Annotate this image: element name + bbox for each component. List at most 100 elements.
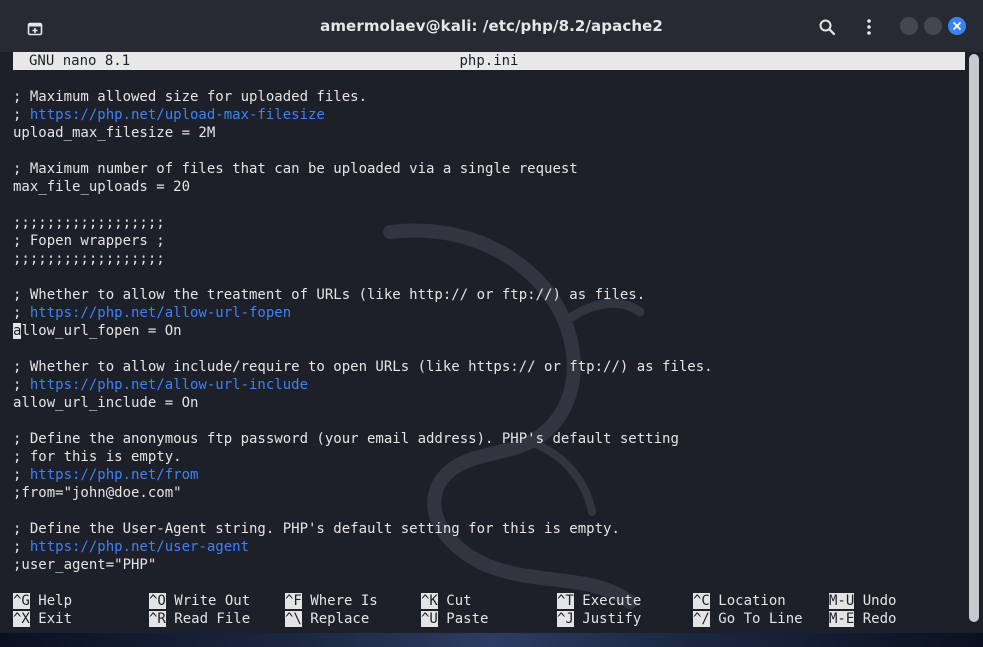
- line-text: ; Maximum allowed size for uploaded file…: [13, 89, 368, 105]
- shortcut-label: Redo: [854, 611, 897, 627]
- shortcut-label: Execute: [573, 593, 642, 609]
- shortcut-label: Paste: [437, 611, 489, 627]
- shortcut-item[interactable]: ^F Where Is: [285, 592, 378, 610]
- editor-line: ; https://php.net/allow-url-fopen: [13, 304, 963, 322]
- shortcut-item[interactable]: ^U Paste: [421, 610, 488, 628]
- doc-link[interactable]: https://php.net/allow-url-fopen: [30, 305, 291, 321]
- shortcut-item[interactable]: ^G Help: [13, 592, 72, 610]
- shortcut-key: ^R: [149, 611, 166, 627]
- editor-line: ; Define the User-Agent string. PHP's de…: [13, 520, 963, 538]
- shortcut-item[interactable]: ^R Read File: [149, 610, 250, 628]
- shortcut-item[interactable]: ^O Write Out: [149, 592, 250, 610]
- shortcut-key: ^F: [285, 593, 302, 609]
- line-text: ;: [13, 305, 30, 321]
- shortcut-label: Justify: [573, 611, 642, 627]
- editor-text[interactable]: ; Maximum allowed size for uploaded file…: [13, 88, 963, 574]
- editor-line: ; Whether to allow include/require to op…: [13, 358, 963, 376]
- minimize-icon[interactable]: [900, 17, 918, 35]
- close-icon[interactable]: [948, 17, 966, 35]
- shortcut-key: ^J: [557, 611, 574, 627]
- shortcut-item[interactable]: ^J Justify: [557, 610, 641, 628]
- line-text: ; Maximum number of files that can be up…: [13, 161, 578, 177]
- search-icon[interactable]: [815, 15, 839, 39]
- line-text: ; Define the anonymous ftp password (you…: [13, 431, 679, 447]
- shortcut-item[interactable]: ^K Cut: [421, 592, 472, 610]
- kebab-menu-icon[interactable]: [857, 15, 881, 39]
- editor-line: ;;;;;;;;;;;;;;;;;;: [13, 214, 963, 232]
- editor-line: ; Maximum number of files that can be up…: [13, 160, 963, 178]
- shortcut-label: Exit: [29, 611, 73, 627]
- doc-link[interactable]: https://php.net/allow-url-include: [30, 377, 308, 393]
- doc-link[interactable]: https://php.net/from: [30, 467, 199, 483]
- shortcut-key: ^X: [13, 611, 30, 627]
- editor-line: ;;;;;;;;;;;;;;;;;;: [13, 250, 963, 268]
- line-text: ; Whether to allow include/require to op…: [13, 359, 713, 375]
- doc-link[interactable]: https://php.net/user-agent: [30, 539, 249, 555]
- editor-line: ; for this is empty.: [13, 448, 963, 466]
- shortcut-label: Replace: [301, 611, 370, 627]
- shortcut-key: ^O: [149, 593, 166, 609]
- shortcut-key: ^\: [285, 611, 302, 627]
- editor-line: upload_max_filesize = 2M: [13, 124, 963, 142]
- shortcut-key: ^/: [693, 611, 710, 627]
- shortcut-item[interactable]: ^\ Replace: [285, 610, 369, 628]
- scrollbar-thumb[interactable]: [969, 54, 979, 622]
- shortcut-label: Read File: [165, 611, 251, 627]
- line-text: llow_url_fopen = On: [21, 323, 182, 339]
- line-text: allow_url_include = On: [13, 395, 199, 411]
- doc-link[interactable]: https://php.net/upload-max-filesize: [30, 107, 325, 123]
- editor-line: ;from="john@doe.com": [13, 484, 963, 502]
- editor-line: allow_url_include = On: [13, 394, 963, 412]
- shortcut-item[interactable]: ^X Exit: [13, 610, 72, 628]
- line-text: ;user_agent="PHP": [13, 557, 157, 573]
- editor-line: allow_url_fopen = On: [13, 322, 963, 340]
- line-text: max_file_uploads = 20: [13, 179, 191, 195]
- line-text: ;: [13, 539, 30, 555]
- shortcut-item[interactable]: ^T Execute: [557, 592, 641, 610]
- shortcut-label: Undo: [854, 593, 897, 609]
- file-name: php.ini: [459, 53, 519, 69]
- shortcut-key: ^T: [557, 593, 574, 609]
- editor-line: ; https://php.net/allow-url-include: [13, 376, 963, 394]
- shortcut-label: Help: [29, 593, 73, 609]
- shortcut-key: ^U: [421, 611, 438, 627]
- line-text: ; Define the User-Agent string. PHP's de…: [13, 521, 620, 537]
- line-text: ; Fopen wrappers ;: [13, 233, 165, 249]
- shortcut-key: M-E: [829, 611, 855, 627]
- shortcut-key: ^G: [13, 593, 30, 609]
- line-text: ;: [13, 467, 30, 483]
- shortcut-key: M-U: [829, 593, 855, 609]
- shortcut-item[interactable]: ^C Location: [693, 592, 786, 610]
- editor-line: ;user_agent="PHP": [13, 556, 963, 574]
- nano-header-bar: GNU nano 8.1 php.ini: [13, 52, 965, 70]
- shortcut-item[interactable]: M-U Undo: [829, 592, 896, 610]
- editor-line: ; Define the anonymous ftp password (you…: [13, 430, 963, 448]
- maximize-icon[interactable]: [924, 17, 942, 35]
- shortcut-bar: ^G Help ^X Exit ^O Write Out ^R Read File ^F…: [13, 592, 963, 628]
- shortcut-label: Where Is: [301, 593, 378, 609]
- line-text: ;;;;;;;;;;;;;;;;;;: [13, 251, 165, 267]
- shortcut-item[interactable]: ^/ Go To Line: [693, 610, 803, 628]
- shortcut-label: Write Out: [165, 593, 251, 609]
- shortcut-label: Location: [709, 593, 786, 609]
- editor-line: ; Maximum allowed size for uploaded file…: [13, 88, 963, 106]
- shortcut-label: Go To Line: [709, 611, 803, 627]
- shortcut-key: ^C: [693, 593, 710, 609]
- line-text: ;;;;;;;;;;;;;;;;;;: [13, 215, 165, 231]
- editor-line: ; Whether to allow the treatment of URLs…: [13, 286, 963, 304]
- editor-line: ; https://php.net/user-agent: [13, 538, 963, 556]
- editor-line: ; https://php.net/upload-max-filesize: [13, 106, 963, 124]
- editor-line: ; Fopen wrappers ;: [13, 232, 963, 250]
- line-text: ; for this is empty.: [13, 449, 182, 465]
- shortcut-item[interactable]: M-E Redo: [829, 610, 896, 628]
- title-bar: amermolaev@kali: /etc/php/8.2/apache2: [0, 0, 983, 52]
- editor-line: ; https://php.net/from: [13, 466, 963, 484]
- line-text: upload_max_filesize = 2M: [13, 125, 216, 141]
- line-text: ;from="john@doe.com": [13, 485, 182, 501]
- line-text: ;: [13, 377, 30, 393]
